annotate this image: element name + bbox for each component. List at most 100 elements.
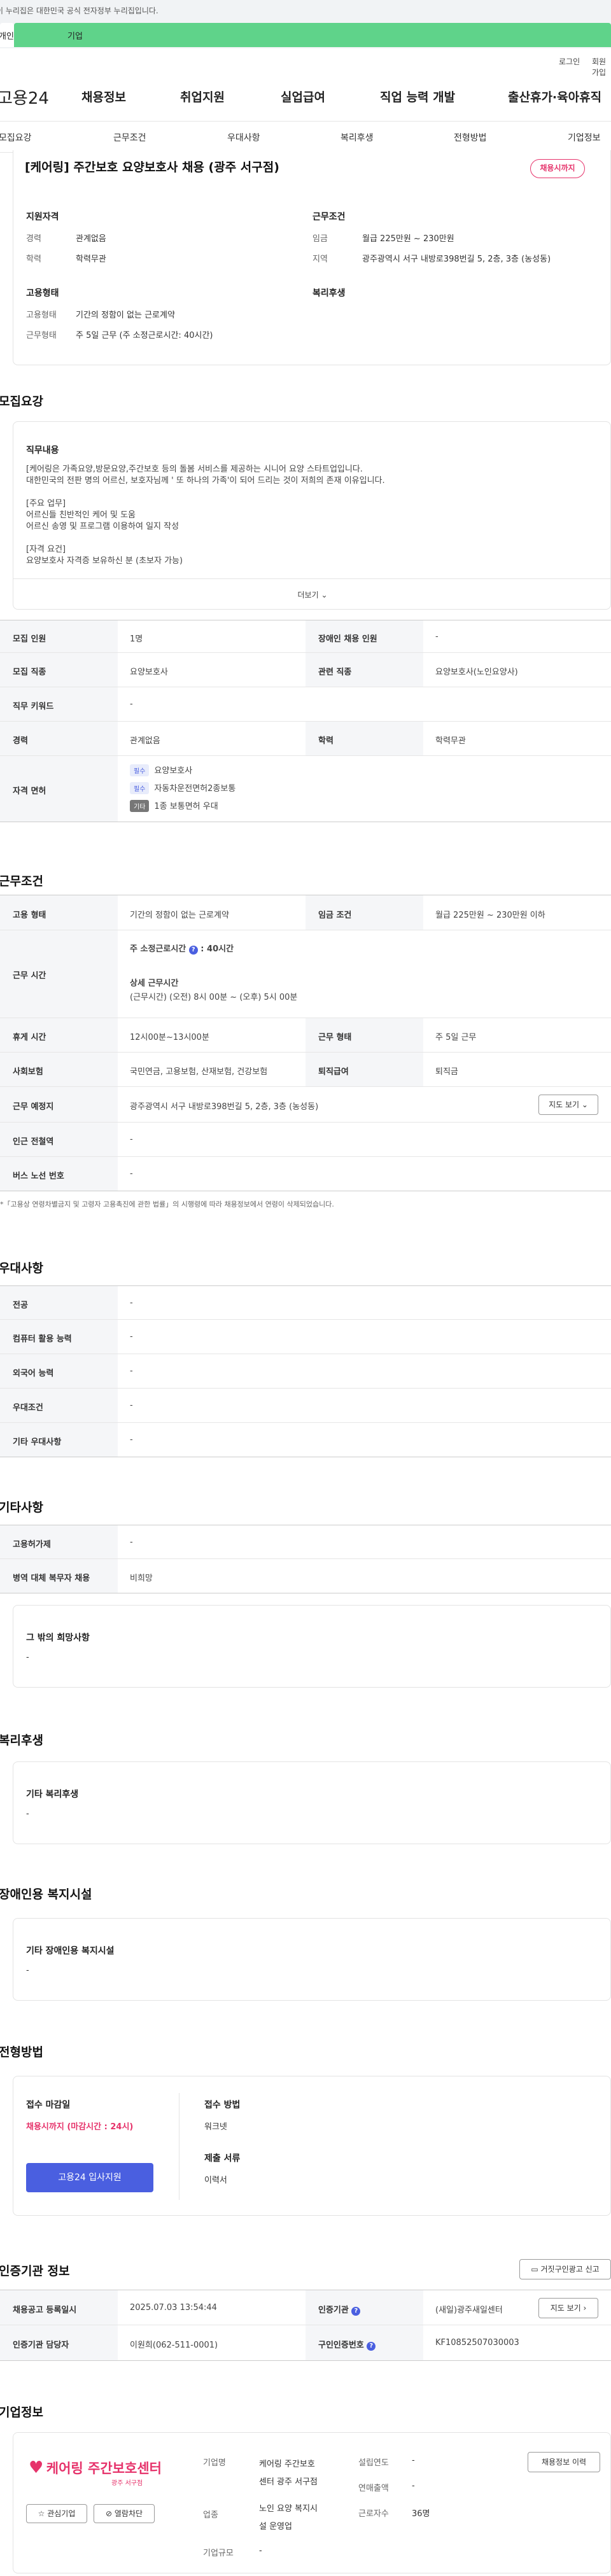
work-title: 근무조건 — [0, 874, 43, 888]
emp-head: 고용형태 — [26, 288, 59, 298]
document-icon: ▭ — [531, 2265, 538, 2274]
emp-label: 근로자수 — [358, 2509, 389, 2519]
process-title: 전형방법 — [0, 2045, 43, 2059]
gnb-item-support[interactable]: 취업지원 — [180, 88, 225, 105]
org-map-button[interactable]: 지도 보기 › — [538, 2298, 598, 2318]
table-row: 모집 직종 요양보호사 관련 직종 요양보호사(노인요양사) — [0, 653, 611, 687]
summary-card: [케어링] 주간보호 요양보호사 채용 (광주 서구점) 채용시까지 지원자격 … — [13, 150, 611, 365]
duty-line: 요양보호사 자격증 보유하신 분 (초보자 가능) — [26, 556, 183, 566]
rel-value: 요양보호사(노인요양사) — [435, 668, 518, 677]
certno-label-text: 구인인증번호 — [318, 2341, 364, 2350]
tab-benefit[interactable]: 복리후생 — [341, 131, 374, 144]
tab-personal[interactable]: 개인 — [0, 23, 14, 47]
apply-button[interactable]: 고용24 입사지원 — [26, 2163, 153, 2192]
time-label: 근무 시간 — [13, 971, 46, 981]
job-label: 모집 직종 — [13, 668, 46, 677]
join-link[interactable]: 회원가입 — [592, 56, 611, 78]
cert-title: 인증기관 정보 — [0, 2264, 70, 2278]
docs-head: 제출 서류 — [204, 2153, 241, 2164]
table-row: 외국어 능력 - — [0, 1354, 611, 1389]
info-icon[interactable]: ? — [351, 2307, 361, 2316]
process-card: 접수 마감일 채용시까지 (마감시간 : 24시) 고용24 입사지원 접수 방… — [13, 2076, 611, 2216]
duty-line: [주요 업무] — [26, 499, 66, 508]
recruit-title: 모집요강 — [0, 395, 43, 409]
pref-label: 컴퓨터 활용 능력 — [13, 1334, 72, 1344]
report-label: 거짓구인광고 신고 — [540, 2265, 600, 2274]
heart-icon: ♥ — [29, 2458, 44, 2477]
tab-process[interactable]: 전형방법 — [454, 131, 487, 144]
welfare-head: 복리후생 — [313, 288, 346, 298]
tab-company-label: 기업 — [67, 32, 83, 41]
info-icon[interactable]: ? — [367, 2342, 376, 2351]
company-title: 기업정보 — [0, 2405, 43, 2419]
subway-label: 인근 전철역 — [13, 1137, 54, 1147]
tab-pref[interactable]: 우대사항 — [227, 131, 260, 144]
duty-line: 어르신 송영 및 프로그램 이용하여 일지 작성 — [26, 522, 179, 531]
tab-recruit[interactable]: 모집요강 — [0, 131, 32, 144]
tab-company[interactable]: 기업 — [14, 23, 611, 47]
rel-label: 관련 직종 — [318, 668, 352, 677]
org-map-label: 지도 보기 — [550, 2304, 581, 2313]
star-icon: ☆ — [38, 2509, 45, 2518]
disabled-value: - — [435, 632, 439, 641]
fav-button[interactable]: ☆ 관심기업 — [26, 2504, 87, 2523]
gnb-item-training[interactable]: 직업 능력 개발 — [380, 88, 455, 105]
etc-title: 기타사항 — [0, 1501, 43, 1515]
duty-line: [케어링은 가족요양,방문요양,주간보호 등의 돌봄 서비스를 제공하는 시니어… — [26, 465, 363, 474]
weekly-hours: 주 소정근로시간 ? : 40시간 — [130, 944, 234, 955]
wage-label: 임금 조건 — [318, 911, 352, 920]
chevron-right-icon: › — [583, 2304, 587, 2313]
user-type-tabs: 개인 기업 — [0, 19, 611, 48]
info-icon[interactable]: ? — [188, 946, 198, 955]
report-button[interactable]: ▭ 거짓구인광고 신고 — [519, 2259, 611, 2279]
gnb-item-jobs[interactable]: 채용정보 — [81, 88, 126, 105]
pref-value: - — [130, 1298, 133, 1308]
etc-value: 비희망 — [130, 1574, 153, 1583]
facility-title: 장애인용 복지시설 — [0, 1887, 92, 1901]
history-button[interactable]: 채용정보 이력 — [528, 2452, 600, 2472]
other-tag: 기타 — [130, 800, 150, 812]
map-button[interactable]: 지도 보기 ⌄ — [538, 1095, 598, 1115]
facility-card: 기타 장애인용 복지시설 - — [13, 1918, 611, 2001]
map-button-label: 지도 보기 — [549, 1100, 580, 1109]
gnb-item-unemployment[interactable]: 실업급여 — [281, 88, 325, 105]
table-row: 모집 인원 1명 장애인 채용 인원 - — [0, 620, 611, 653]
login-link[interactable]: 로그인 — [559, 56, 580, 67]
name-value: 케어링 주간보호 센터 광주 서구점 — [259, 2456, 318, 2491]
edu-label: 학력 — [318, 736, 334, 746]
license-name: 자동차운전면허2종보통 — [154, 784, 236, 794]
company-card: ♥ 케어링 주간보호센터 광주 서구점 ☆ 관심기업 ⊘ 열람차단 기업명 케어… — [13, 2432, 611, 2573]
more-button[interactable]: 더보기 ⌄ — [13, 578, 610, 609]
severance-value: 퇴직금 — [435, 1067, 458, 1077]
edu-value: 학력무관 — [435, 736, 466, 746]
qual-head: 지원자격 — [26, 212, 59, 222]
table-row: 휴게 시간 12시00분~13시00분 근무 형태 주 5일 근무 — [0, 1018, 611, 1053]
area-label: 지역 — [313, 255, 328, 264]
table-row: 경력 관계없음 학력 학력무관 — [0, 722, 611, 756]
pref-label: 기타 우대사항 — [13, 1438, 62, 1447]
industry-line: 설 운영업 — [259, 2522, 292, 2531]
block-button[interactable]: ⊘ 열람차단 — [94, 2504, 155, 2523]
table-row: 인근 전철역 - — [0, 1123, 611, 1157]
pref-value: - — [130, 1332, 133, 1341]
etc-extra-card: 그 밖의 희망사항 - — [13, 1605, 611, 1688]
bus-value: - — [130, 1169, 133, 1179]
mgr-label: 인증기관 담당자 — [13, 2341, 69, 2350]
job-value: 요양보호사 — [130, 668, 168, 677]
method-value: 워크넷 — [204, 2122, 227, 2132]
status-badge: 채용시까지 — [530, 159, 585, 178]
emptype-label: 고용 형태 — [13, 911, 46, 920]
government-notice-bar: 이 누리집은 대한민국 공식 전자정부 누리집입니다. — [0, 0, 611, 19]
table-row: 병역 대체 복무자 채용 비희망 — [0, 1559, 611, 1593]
gnb-item-leave[interactable]: 출산휴가·육아휴직 — [508, 88, 601, 105]
career-label: 경력 — [26, 234, 41, 244]
year-value: - — [412, 2456, 415, 2465]
insurance-label: 사회보험 — [13, 1067, 43, 1077]
worktype-value: 주 5일 근무 (주 소정근로시간: 40시간) — [76, 331, 213, 340]
wage-value: 월급 225만원 ~ 230만원 — [362, 234, 454, 244]
site-logo[interactable]: 고용24 — [0, 85, 49, 109]
tab-company[interactable]: 기업정보 — [568, 131, 601, 144]
docs-value: 이력서 — [204, 2176, 227, 2185]
table-row: 고용허가제 - — [0, 1525, 611, 1559]
tab-work[interactable]: 근무조건 — [113, 131, 146, 144]
